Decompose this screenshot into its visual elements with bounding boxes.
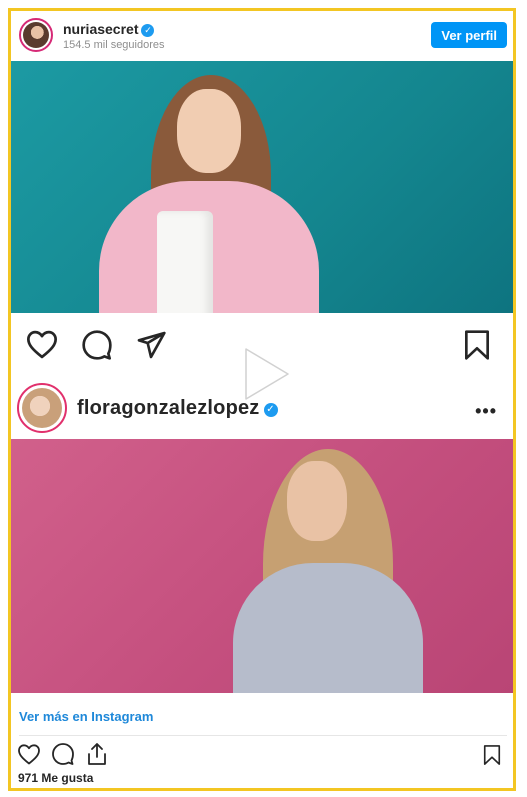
view-profile-button[interactable]: Ver perfil [431,22,507,48]
embed-header: nuriasecret ✓ 154.5 mil seguidores Ver pe… [11,11,513,63]
post-photo-teal [11,61,513,313]
photo-figure-body [233,563,423,693]
verified-icon: ✓ [141,24,155,37]
avatar[interactable] [17,383,67,433]
play-icon[interactable] [230,341,296,407]
photo-figure-face [287,461,347,541]
comment-icon[interactable] [51,742,75,766]
post-media[interactable]: floragonzalezlopez ✓ ••• [11,61,513,701]
bookmark-icon[interactable] [482,743,502,767]
bookmark-icon[interactable] [462,329,492,361]
photo-figure-face [177,89,241,173]
photo-toilet-roll [157,211,213,313]
see-more-link[interactable]: Ver más en Instagram [19,709,153,724]
username-text: nuriasecret [63,21,139,37]
post-photo-pink [11,439,513,693]
comment-icon[interactable] [81,329,113,361]
send-icon[interactable] [135,329,167,361]
followers-count: 154.5 mil seguidores [63,39,165,51]
likes-count: 971 Me gusta [18,771,94,785]
avatar[interactable] [19,18,53,52]
heart-icon[interactable] [25,329,59,359]
footer-action-row [11,741,513,771]
share-icon[interactable] [85,741,109,767]
avatar-photo [23,22,49,48]
username-link[interactable]: nuriasecret ✓ [63,21,155,37]
divider [19,735,507,736]
instagram-embed: nuriasecret ✓ 154.5 mil seguidores Ver pe… [8,8,516,791]
avatar-photo [22,388,62,428]
more-icon[interactable]: ••• [475,401,497,422]
heart-icon[interactable] [17,743,41,765]
